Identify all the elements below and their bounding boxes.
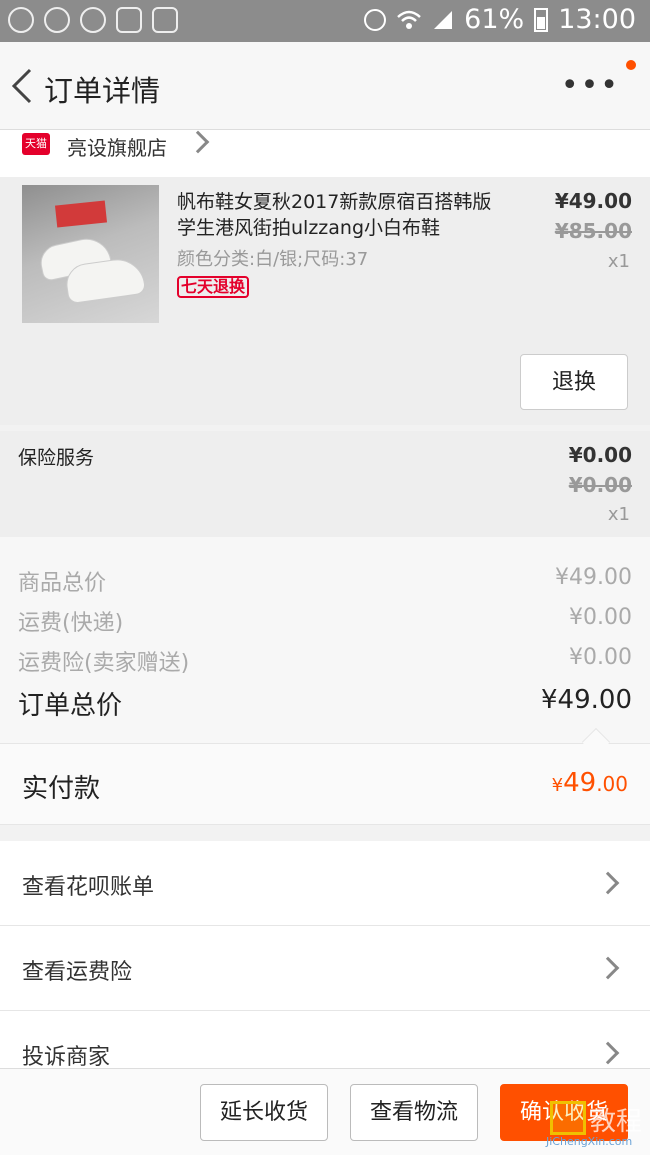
shop-row[interactable]: 天猫 亮设旗舰店 — [0, 130, 650, 177]
status-indicators: 61% 13:00 — [364, 4, 636, 35]
watermark-logo-icon — [550, 1101, 586, 1135]
product-name: 帆布鞋女夏秋2017新款原宿百搭韩版学生港风街拍ulzzang小白布鞋 — [177, 191, 492, 239]
actual-payment-row: 实付款 ¥49.00 — [0, 727, 650, 825]
insurance-original-price: ¥0.00 — [568, 473, 632, 497]
notification-icons — [8, 7, 178, 33]
insurance-quantity: x1 — [607, 504, 630, 525]
chevron-right-icon — [596, 871, 620, 895]
battery-percent: 61% — [464, 4, 525, 35]
bottom-action-bar: 延长收货 查看物流 确认收货 教程 JiChengXin.com — [0, 1068, 650, 1155]
payment-currency: ¥ — [551, 775, 564, 796]
seven-day-return-badge: 七天退换 — [177, 276, 250, 298]
list-item-shipping-insurance[interactable]: 查看运费险 — [0, 926, 650, 1011]
order-total-row: 订单总价 ¥49.00 — [18, 685, 632, 722]
alarm-icon — [364, 8, 387, 31]
product-sku: 颜色分类:白/银;尺码:37 — [177, 249, 369, 270]
product-image[interactable] — [22, 185, 159, 323]
qq-notification-icon — [80, 7, 106, 33]
insurance-service-row: 保险服务 ¥0.00 ¥0.00 x1 — [0, 431, 650, 537]
order-total-label: 订单总价 — [18, 691, 123, 721]
app-notification-icon — [8, 7, 34, 33]
product-card[interactable]: 帆布鞋女夏秋2017新款原宿百搭韩版学生港风街拍ulzzang小白布鞋 颜色分类… — [0, 177, 650, 425]
more-menu-icon[interactable]: ••• — [561, 71, 620, 101]
page-title: 订单详情 — [44, 74, 161, 108]
product-original-price: ¥85.00 — [554, 219, 632, 243]
goods-total-value: ¥49.00 — [555, 565, 632, 590]
clock: 13:00 — [558, 4, 636, 35]
order-total-value: ¥49.00 — [541, 685, 632, 715]
product-quantity: x1 — [607, 251, 630, 272]
goods-total-row: 商品总价 ¥49.00 — [18, 565, 632, 597]
shipping-value: ¥0.00 — [569, 605, 632, 630]
site-watermark: 教程 JiChengXin.com — [524, 1091, 644, 1148]
wifi-icon — [397, 10, 422, 29]
shop-name[interactable]: 亮设旗舰店 — [67, 132, 167, 161]
insurance-name: 保险服务 — [18, 447, 95, 469]
return-exchange-button[interactable]: 退换 — [520, 354, 628, 410]
view-logistics-button[interactable]: 查看物流 — [350, 1084, 478, 1141]
status-bar: 61% 13:00 — [0, 0, 650, 42]
screenshot-notification-icon — [116, 7, 142, 33]
image-red-box — [54, 200, 108, 228]
payment-integer: 49 — [563, 768, 597, 798]
list-item-label: 查看运费险 — [22, 960, 133, 985]
list-item-label: 查看花呗账单 — [22, 875, 155, 900]
watermark-url: JiChengXin.com — [546, 1135, 633, 1148]
watermark-text: 教程 — [590, 1107, 643, 1137]
shipping-insurance-label: 运费险(卖家赠送) — [18, 651, 190, 676]
shipping-row: 运费(快递) ¥0.00 — [18, 605, 632, 637]
back-arrow-icon[interactable] — [8, 64, 38, 108]
tmall-logo-icon: 天猫 — [22, 133, 50, 155]
product-price: ¥49.00 — [554, 189, 632, 213]
shipping-label: 运费(快递) — [18, 611, 124, 636]
actual-payment-value: ¥49.00 — [552, 768, 628, 798]
list-item-label: 投诉商家 — [22, 1045, 111, 1070]
chevron-right-icon — [596, 956, 620, 980]
battery-icon — [534, 7, 549, 32]
recycle-notification-icon — [152, 7, 178, 33]
insurance-price: ¥0.00 — [568, 443, 632, 467]
infinity-notification-icon — [44, 7, 70, 33]
list-item-huabei-bill[interactable]: 查看花呗账单 — [0, 841, 650, 926]
price-summary: 商品总价 ¥49.00 运费(快递) ¥0.00 运费险(卖家赠送) ¥0.00… — [0, 537, 650, 743]
goods-total-label: 商品总价 — [18, 571, 107, 596]
actual-payment-label: 实付款 — [22, 774, 101, 804]
notification-dot — [626, 60, 636, 70]
chevron-right-icon — [186, 130, 210, 154]
shipping-insurance-row: 运费险(卖家赠送) ¥0.00 — [18, 645, 632, 677]
payment-decimal: .00 — [596, 772, 628, 796]
signal-icon — [434, 10, 453, 29]
nav-header: 订单详情 ••• — [0, 42, 650, 130]
shipping-insurance-value: ¥0.00 — [569, 645, 632, 670]
chevron-right-icon — [596, 1041, 620, 1065]
action-list: 查看花呗账单 查看运费险 投诉商家 — [0, 841, 650, 1096]
extend-receipt-button[interactable]: 延长收货 — [200, 1084, 328, 1141]
